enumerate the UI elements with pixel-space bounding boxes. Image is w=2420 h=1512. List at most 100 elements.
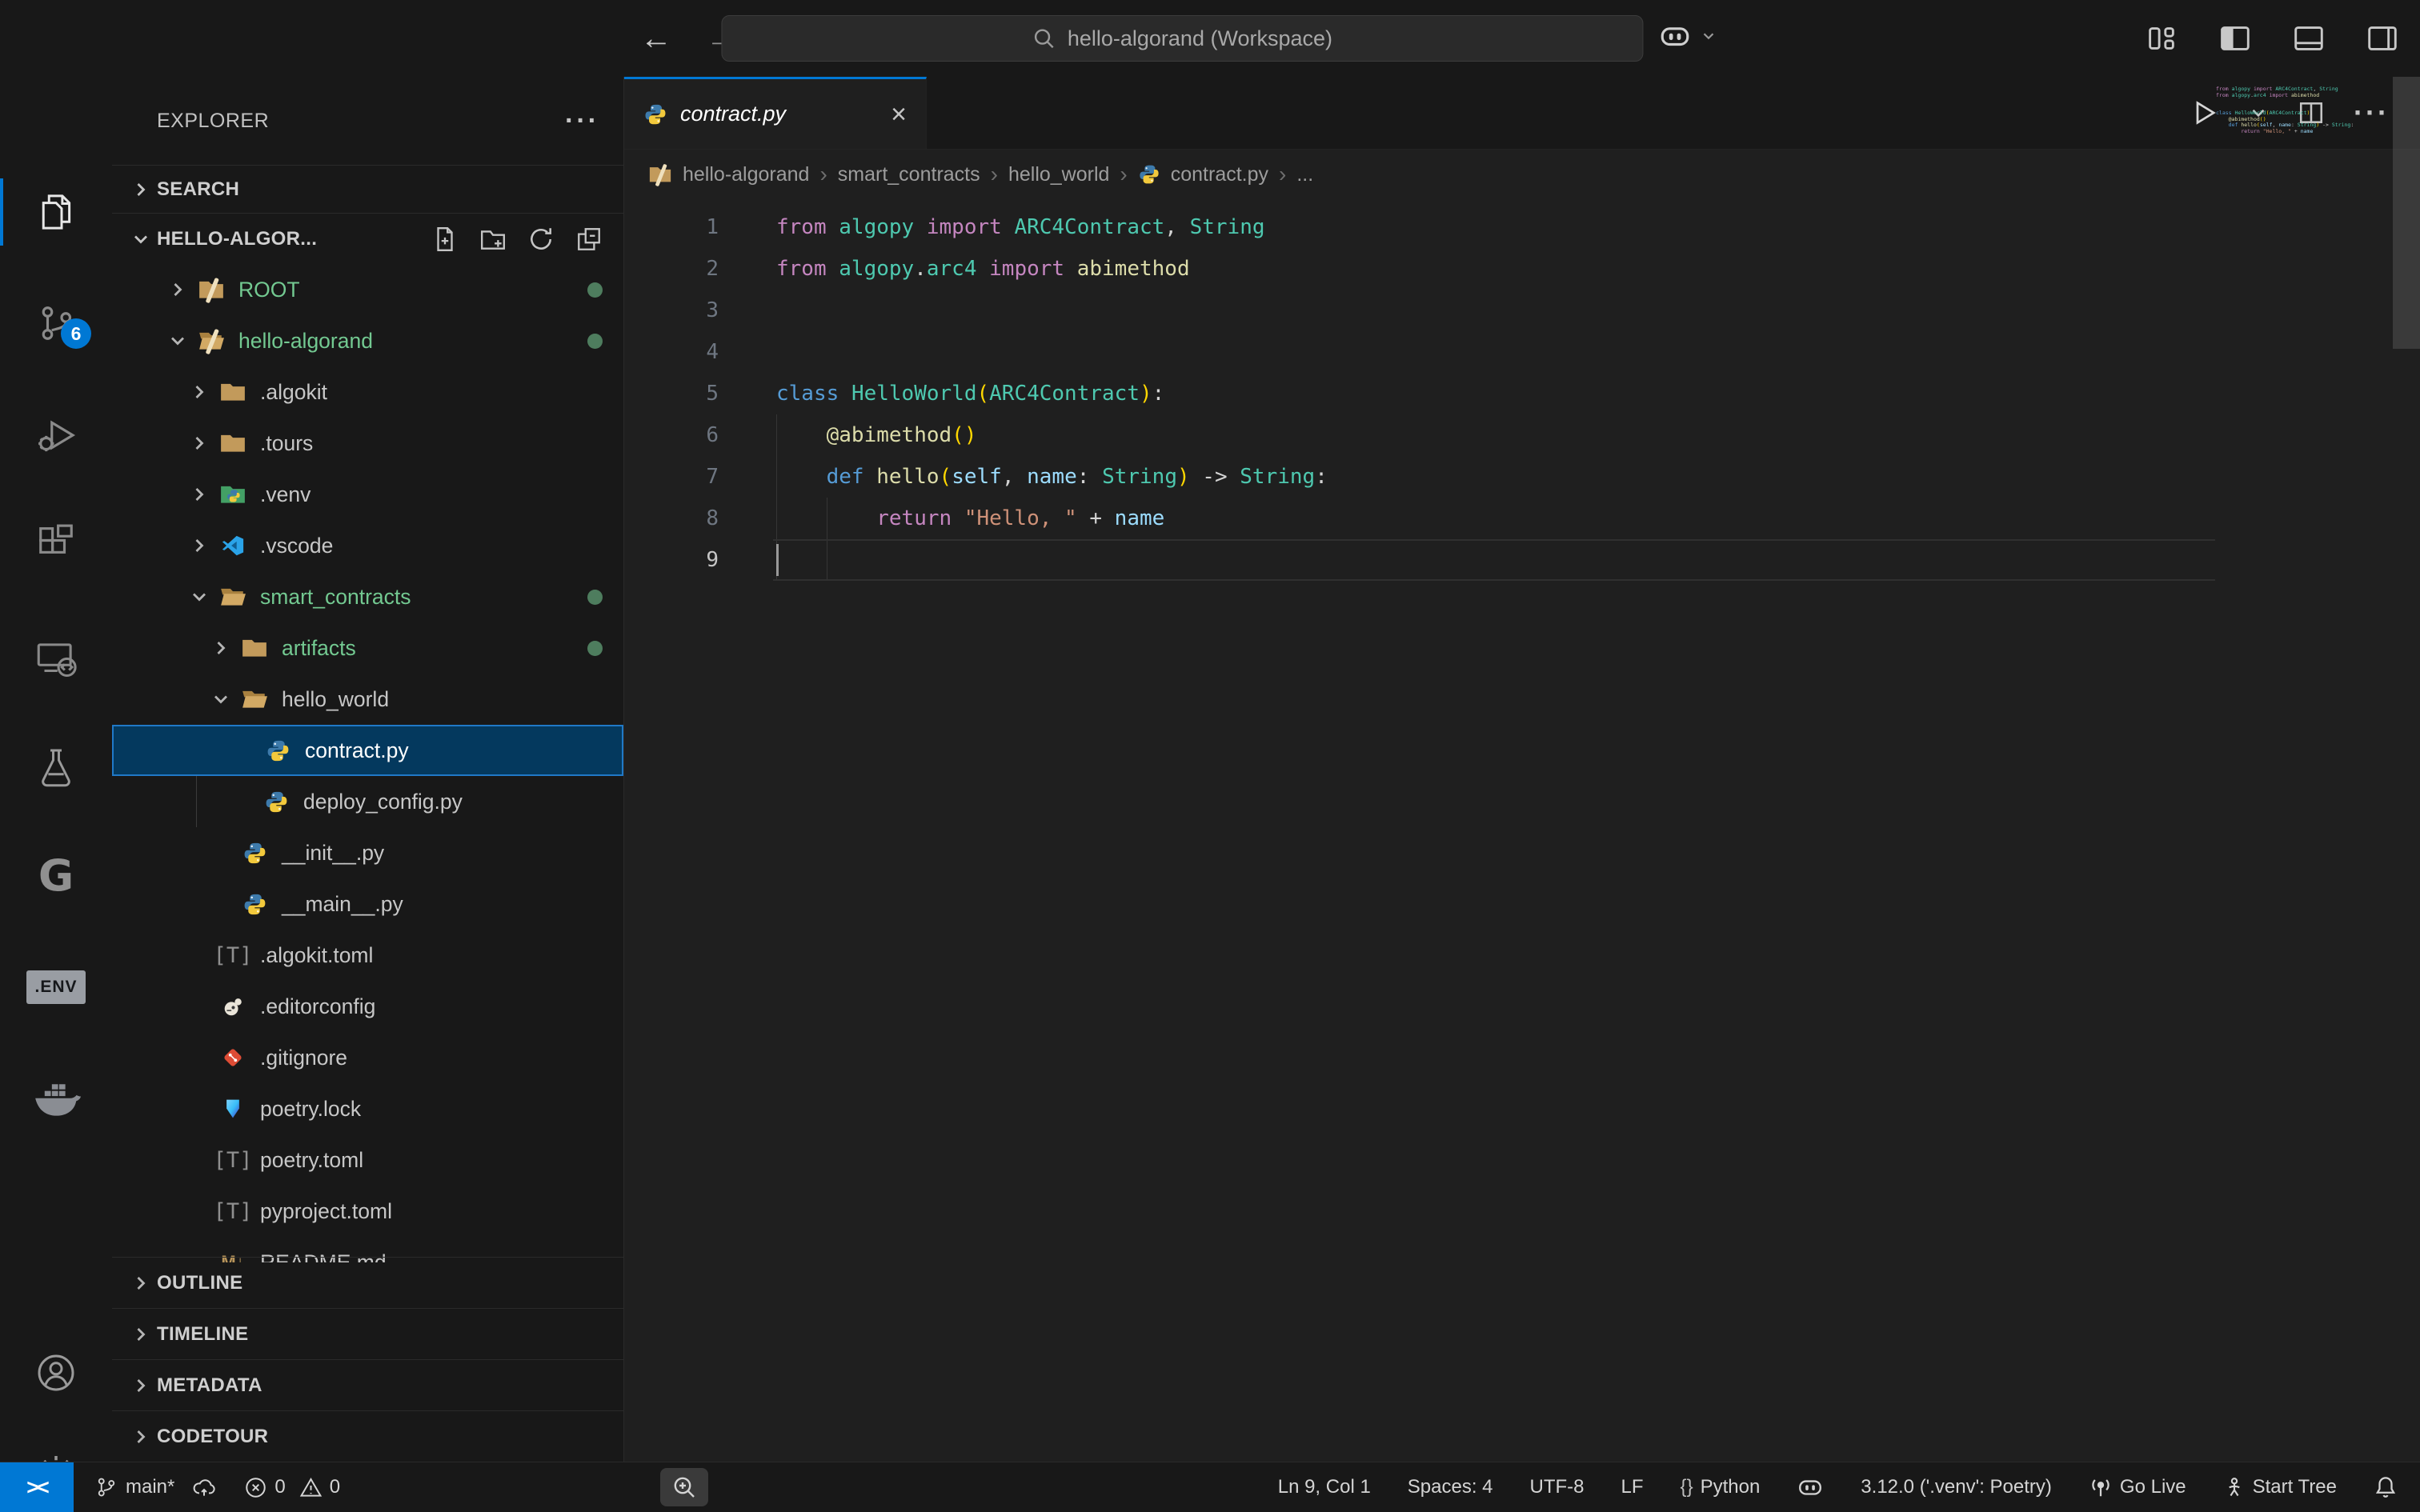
tab-contract-py[interactable]: contract.py × <box>624 77 927 149</box>
new-file-icon[interactable] <box>431 226 459 253</box>
branch-status[interactable]: main* <box>94 1474 217 1500</box>
twisty-right-icon[interactable] <box>182 483 217 506</box>
code-text: class HelloWorld(ARC4Contract): <box>776 373 1164 414</box>
twisty-right-icon[interactable] <box>182 534 217 557</box>
cursor-position[interactable]: Ln 9, Col 1 <box>1278 1476 1371 1498</box>
refresh-icon[interactable] <box>527 226 555 253</box>
activity-remote-explorer[interactable] <box>0 621 112 698</box>
zoom-status-item[interactable] <box>660 1468 708 1506</box>
code-line-6[interactable]: 6 @abimethod() <box>624 414 2420 456</box>
tree-item--tours[interactable]: .tours <box>112 418 623 469</box>
breadcrumb-item[interactable]: contract.py <box>1171 163 1268 186</box>
sync-publish-icon[interactable] <box>191 1474 217 1500</box>
twisty-right-icon[interactable] <box>182 432 217 454</box>
vscode-window: ← → hello-algorand (Workspace) <box>0 0 2420 1512</box>
tree-item--vscode[interactable]: .vscode <box>112 520 623 571</box>
tree-item--main-py[interactable]: __main__.py <box>112 878 623 930</box>
line-number: 5 <box>624 373 719 414</box>
section-metadata[interactable]: METADATA <box>112 1359 623 1410</box>
new-folder-icon[interactable] <box>479 226 507 253</box>
code-line-4[interactable]: 4 <box>624 331 2420 373</box>
twisty-down-icon[interactable] <box>203 688 238 710</box>
tree-item--venv[interactable]: .venv <box>112 469 623 520</box>
explorer-more-actions[interactable]: ··· <box>565 106 599 137</box>
folder-open-icon <box>238 682 270 717</box>
code-line-9[interactable]: 9 <box>624 539 2420 581</box>
section-codetour[interactable]: CODETOUR <box>112 1410 623 1462</box>
activity-dotenv[interactable]: .ENV <box>0 949 112 1026</box>
section-timeline[interactable]: TIMELINE <box>112 1308 623 1359</box>
tree-item-root[interactable]: ROOT <box>112 264 623 315</box>
activity-testing[interactable] <box>0 729 112 806</box>
toggle-sidebar-icon[interactable] <box>2217 20 2254 57</box>
code-line-5[interactable]: 5 class HelloWorld(ARC4Contract): <box>624 373 2420 414</box>
go-live[interactable]: Go Live <box>2089 1475 2186 1499</box>
activity-source-control[interactable]: 6 <box>0 285 112 362</box>
code-line-1[interactable]: 1from algopy import ARC4Contract, String <box>624 206 2420 248</box>
collapse-all-icon[interactable] <box>575 226 603 253</box>
tree-item--editorconfig[interactable]: .editorconfig <box>112 981 623 1032</box>
copilot-status-icon[interactable] <box>1797 1474 1824 1501</box>
back-arrow-icon[interactable]: ← <box>640 21 672 57</box>
activity-run-debug[interactable] <box>0 397 112 474</box>
twisty-right-icon[interactable] <box>203 637 238 659</box>
start-tree[interactable]: Start Tree <box>2223 1476 2337 1498</box>
line-number: 6 <box>624 414 719 456</box>
minimap[interactable]: from algopy import ARC4Contract, String … <box>2216 86 2364 141</box>
activity-accounts[interactable] <box>0 1334 112 1411</box>
encoding[interactable]: UTF-8 <box>1530 1476 1585 1498</box>
tree-item-pyproject-toml[interactable]: [T]pyproject.toml <box>112 1186 623 1237</box>
copilot-menu[interactable] <box>1658 19 1717 53</box>
tree-item--init-py[interactable]: __init__.py <box>112 827 623 878</box>
section-outline[interactable]: OUTLINE <box>112 1257 623 1308</box>
breadcrumb-item[interactable]: hello_world <box>1008 163 1109 186</box>
title-bar: ← → hello-algorand (Workspace) <box>0 0 2420 78</box>
twisty-right-icon[interactable] <box>182 381 217 403</box>
tree-item-hello-world[interactable]: hello_world <box>112 674 623 725</box>
code-line-8[interactable]: 8 return "Hello, " + name <box>624 498 2420 539</box>
close-tab-icon[interactable]: × <box>891 101 907 128</box>
language-mode[interactable]: {} Python <box>1681 1476 1761 1498</box>
tree-item-hello-algorand[interactable]: hello-algorand <box>112 315 623 366</box>
editor-scrollbar[interactable] <box>2393 77 2420 349</box>
customize-layout-icon[interactable] <box>2143 20 2180 57</box>
twisty-down-icon[interactable] <box>182 586 217 608</box>
code-line-7[interactable]: 7 def hello(self, name: String) -> Strin… <box>624 456 2420 498</box>
run-python-file-icon[interactable] <box>2190 98 2219 127</box>
tree-item-poetry-toml[interactable]: [T]poetry.toml <box>112 1134 623 1186</box>
tree-item--gitignore[interactable]: .gitignore <box>112 1032 623 1083</box>
activity-explorer[interactable] <box>0 174 112 250</box>
twisty-down-icon[interactable] <box>160 330 195 352</box>
code-line-2[interactable]: 2from algopy.arc4 import abimethod <box>624 248 2420 290</box>
tree-item--algokit-toml[interactable]: [T].algokit.toml <box>112 930 623 981</box>
activity-extensions[interactable] <box>0 505 112 582</box>
notifications-bell-icon[interactable] <box>2374 1475 2398 1499</box>
breadcrumb-item[interactable]: ... <box>1296 163 1313 186</box>
code-editor[interactable]: 1from algopy import ARC4Contract, String… <box>624 200 2420 1462</box>
python-interpreter[interactable]: 3.12.0 ('.venv': Poetry) <box>1861 1476 2052 1498</box>
remote-indicator[interactable]: >< <box>0 1462 74 1512</box>
toggle-secondary-sidebar-icon[interactable] <box>2364 20 2401 57</box>
activity-docker[interactable] <box>0 1061 112 1138</box>
eol-sequence[interactable]: LF <box>1621 1476 1644 1498</box>
code-line-3[interactable]: 3 <box>624 290 2420 331</box>
tree-item--algokit[interactable]: .algokit <box>112 366 623 418</box>
tree-item-contract-py[interactable]: contract.py <box>112 725 623 776</box>
activity-algorand[interactable]: G <box>0 837 112 914</box>
tree-item-deploy-config-py[interactable]: deploy_config.py <box>112 776 623 827</box>
tree-item-poetry-lock[interactable]: poetry.lock <box>112 1083 623 1134</box>
breadcrumb-item[interactable]: smart_contracts <box>838 163 980 186</box>
breadcrumb-item[interactable]: hello-algorand <box>683 163 809 186</box>
section-workspace[interactable]: HELLO-ALGOR... <box>112 213 623 265</box>
toggle-panel-icon[interactable] <box>2290 20 2327 57</box>
command-center-search[interactable]: hello-algorand (Workspace) <box>721 15 1643 62</box>
tree-item-smart-contracts[interactable]: smart_contracts <box>112 571 623 622</box>
problems-status[interactable]: 0 0 <box>244 1476 340 1499</box>
indentation[interactable]: Spaces: 4 <box>1408 1476 1493 1498</box>
tree-item-artifacts[interactable]: artifacts <box>112 622 623 674</box>
current-line-highlight <box>773 539 2215 581</box>
twisty-right-icon[interactable] <box>160 278 195 301</box>
section-search[interactable]: SEARCH <box>112 165 623 214</box>
code-text: return "Hello, " + name <box>776 498 1164 539</box>
run-debug-icon <box>34 413 78 458</box>
